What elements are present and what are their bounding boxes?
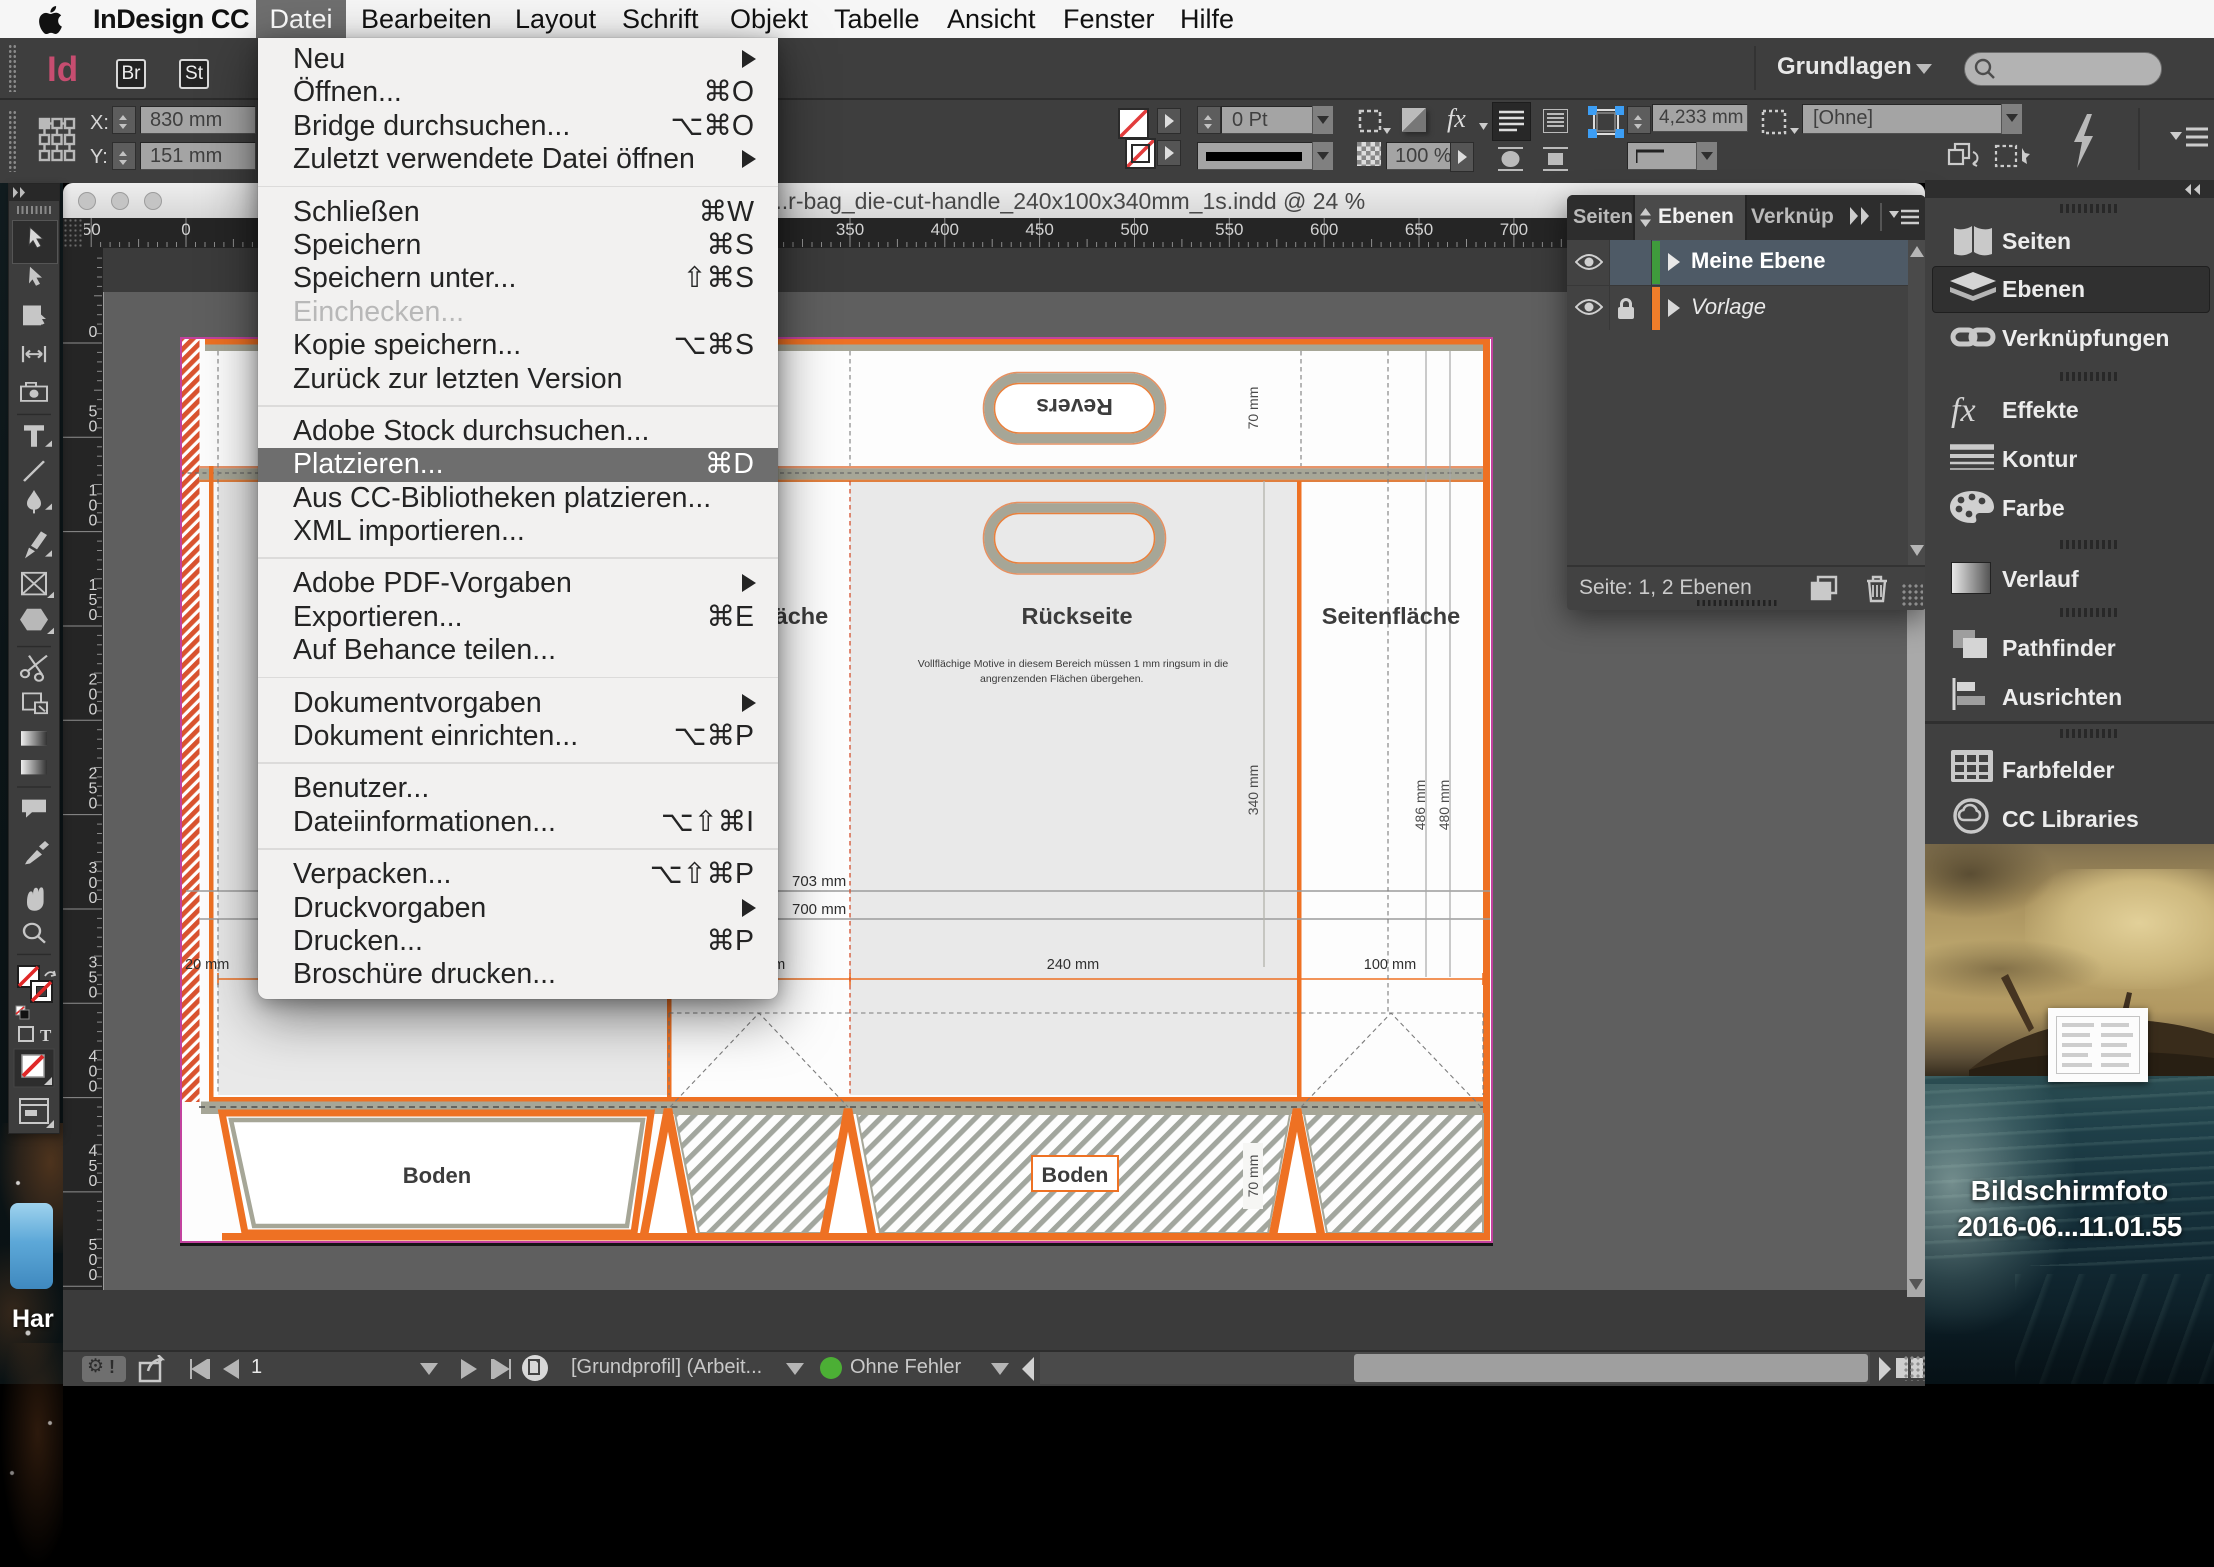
svg-text:0: 0: [89, 1079, 98, 1096]
svg-text:0: 0: [181, 220, 190, 239]
svg-text:400: 400: [931, 220, 959, 239]
svg-text:70 mm: 70 mm: [1245, 1155, 1261, 1198]
svg-text:Boden: Boden: [403, 1163, 471, 1188]
svg-text:20 mm: 20 mm: [185, 957, 229, 973]
svg-text:50: 50: [84, 220, 101, 239]
svg-text:480 mm: 480 mm: [1436, 780, 1452, 831]
svg-text:600: 600: [1310, 220, 1338, 239]
svg-text:Revers: Revers: [1036, 394, 1113, 420]
svg-text:0: 0: [89, 324, 98, 341]
svg-text:450: 450: [1025, 220, 1053, 239]
svg-text:0: 0: [89, 984, 98, 1001]
svg-text:0: 0: [89, 513, 98, 530]
svg-text:703 mm: 703 mm: [792, 873, 846, 890]
svg-text:0: 0: [89, 890, 98, 907]
svg-text:Vollflächige Motive in diesem: Vollflächige Motive in diesem Bereich mü…: [918, 658, 1229, 670]
svg-text:240 mm: 240 mm: [1047, 957, 1099, 973]
svg-text:Rückseite: Rückseite: [1021, 603, 1132, 629]
svg-text:Seitenfläche: Seitenfläche: [1322, 603, 1460, 629]
svg-text:550: 550: [1215, 220, 1243, 239]
svg-text:350: 350: [836, 220, 864, 239]
svg-text:0: 0: [89, 1173, 98, 1190]
svg-text:angrenzenden Flächen übergehen: angrenzenden Flächen übergehen.: [980, 673, 1143, 685]
svg-text:Boden: Boden: [1042, 1163, 1109, 1187]
svg-text:100 mm: 100 mm: [1364, 957, 1416, 973]
svg-text:0: 0: [89, 607, 98, 624]
svg-text:650: 650: [1405, 220, 1433, 239]
svg-text:0: 0: [89, 701, 98, 718]
svg-text:0: 0: [89, 418, 98, 435]
svg-text:700: 700: [1500, 220, 1528, 239]
svg-text:700 mm: 700 mm: [792, 901, 846, 918]
svg-text:500: 500: [1120, 220, 1148, 239]
svg-text:486 mm: 486 mm: [1412, 780, 1428, 831]
svg-text:T: T: [40, 1026, 52, 1045]
svg-text:70 mm: 70 mm: [1245, 387, 1261, 430]
svg-text:340 mm: 340 mm: [1245, 765, 1261, 816]
svg-text:0: 0: [89, 796, 98, 813]
svg-text:0: 0: [89, 1267, 98, 1284]
